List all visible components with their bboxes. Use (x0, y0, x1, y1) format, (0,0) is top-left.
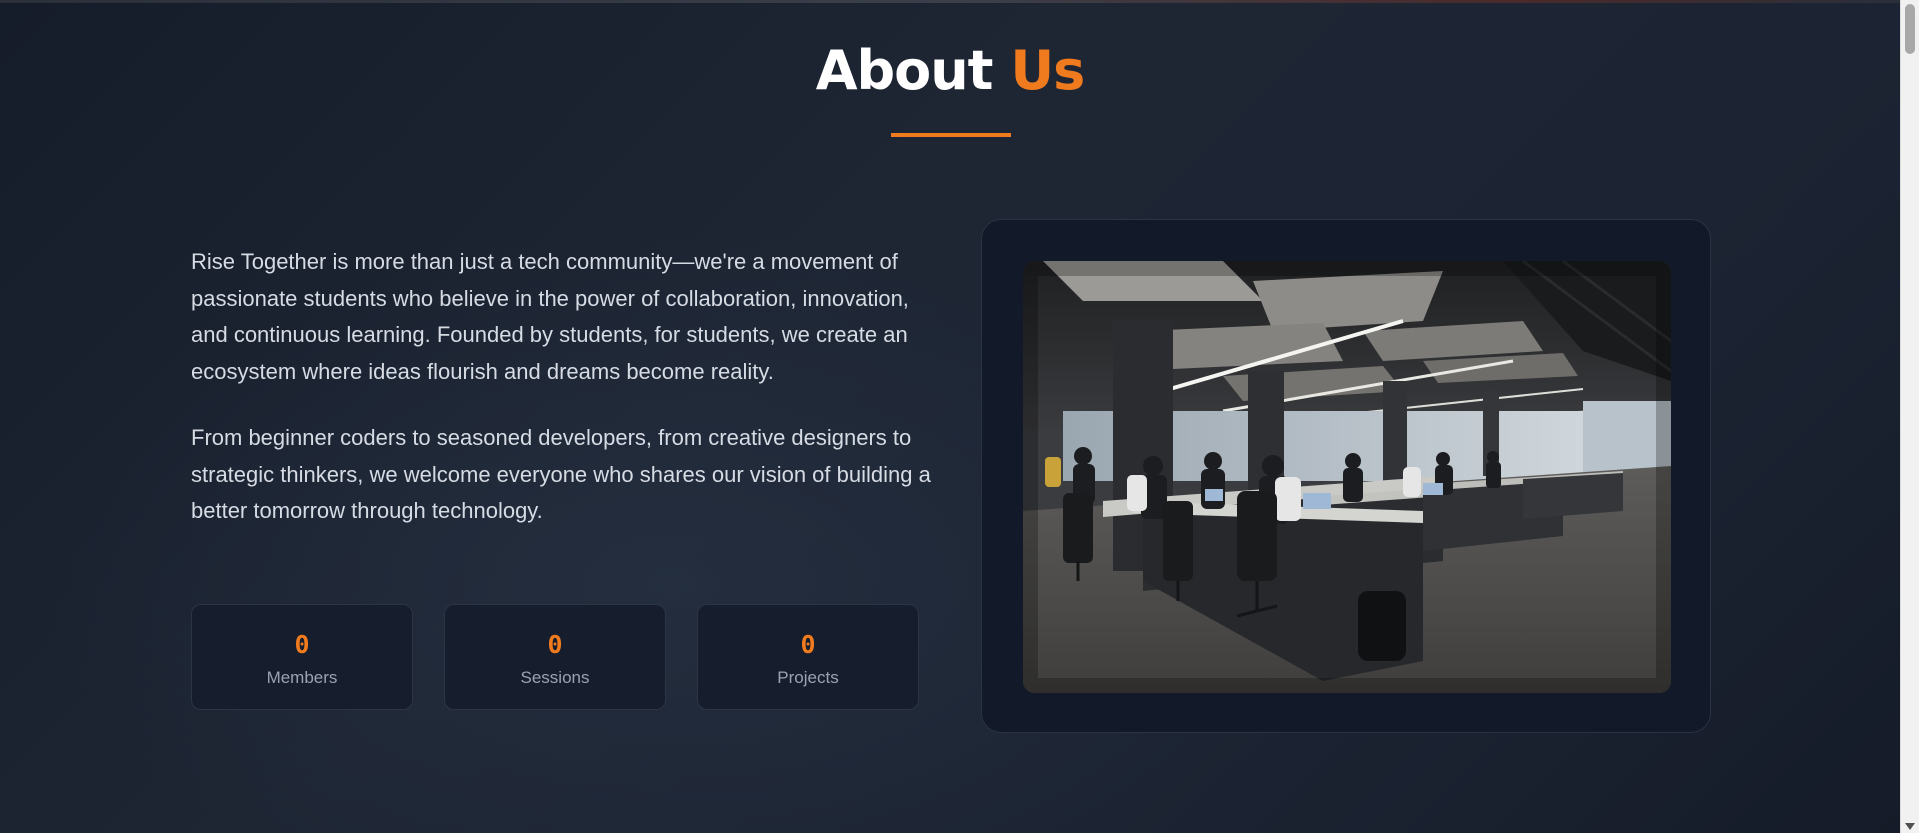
title-accent: Us (1010, 39, 1085, 102)
stat-label: Projects (777, 668, 839, 687)
title-underline (891, 133, 1011, 137)
stat-card-members: 0 Members (191, 604, 413, 710)
top-edge-divider (0, 0, 1900, 3)
about-paragraph-1: Rise Together is more than just a tech c… (191, 249, 909, 384)
image-card (981, 219, 1711, 733)
coworking-photo-illustration (1023, 261, 1671, 693)
about-section: About Us Rise Together is more than just… (0, 0, 1919, 833)
about-description: Rise Together is more than just a tech c… (191, 244, 931, 560)
scrollbar-thumb[interactable] (1905, 4, 1915, 54)
stat-value: 0 (294, 630, 310, 659)
section-title: About Us (0, 38, 1900, 104)
stat-value: 0 (800, 630, 816, 659)
coworking-photo (1023, 261, 1671, 693)
about-paragraph-2: From beginner coders to seasoned develop… (191, 425, 931, 523)
page-scrollbar[interactable] (1900, 0, 1919, 833)
stat-value: 0 (547, 630, 563, 659)
stat-label: Members (266, 668, 338, 687)
stat-card-sessions: 0 Sessions (444, 604, 666, 710)
stat-label: Sessions (520, 668, 590, 687)
scroll-down-arrow-icon[interactable] (1905, 823, 1915, 830)
title-main: About (815, 39, 994, 102)
stat-card-projects: 0 Projects (697, 604, 919, 710)
